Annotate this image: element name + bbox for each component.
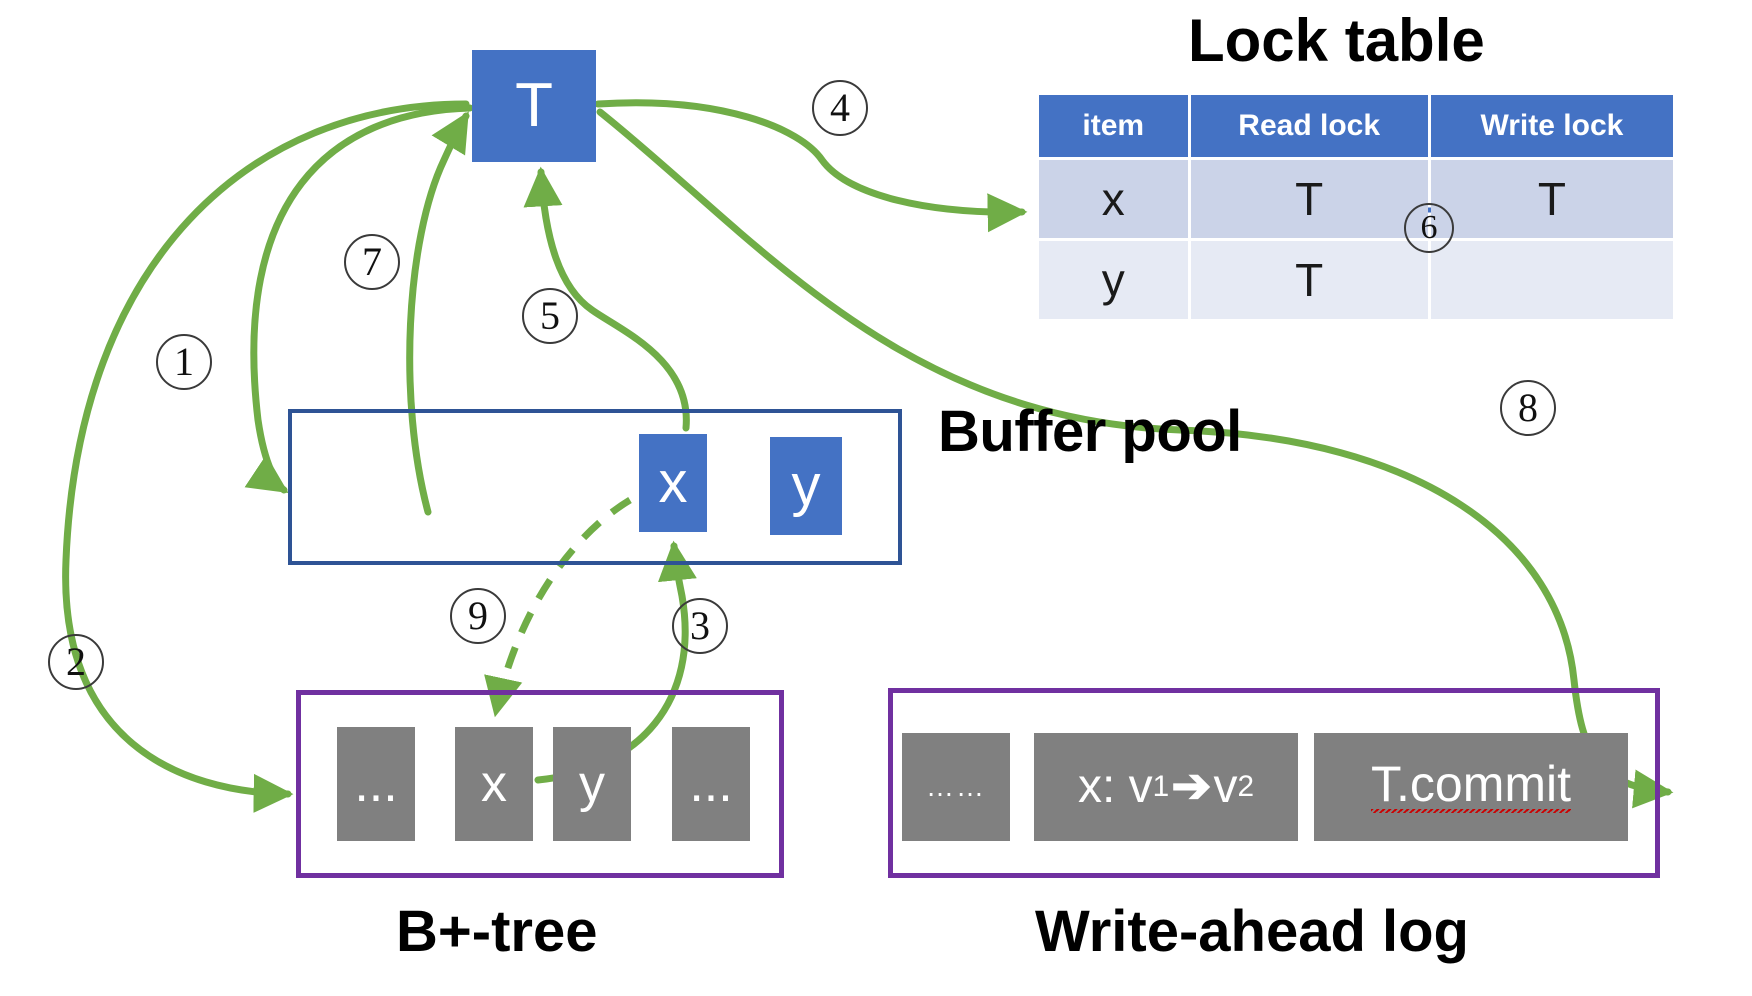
buffer-pool-page-y[interactable]: y <box>770 437 842 535</box>
step-badge-7: 7 <box>344 234 400 290</box>
lock-table-header-read-lock: Read lock <box>1190 95 1428 157</box>
wal-record-commit[interactable]: T.commit <box>1314 733 1628 841</box>
step-badge-5: 5 <box>522 288 578 344</box>
lock-row-y-item: y <box>1039 241 1188 319</box>
btree-cell[interactable]: ... <box>672 727 750 841</box>
lock-table: item Read lock Write lock x T T y T <box>1036 92 1676 322</box>
lock-table-title: Lock table <box>1188 7 1485 74</box>
lock-row-x-read-lock: T <box>1190 160 1428 238</box>
step-badge-6: 6 <box>1404 203 1454 253</box>
wal-update-subscript-2: 2 <box>1237 770 1254 804</box>
lock-table-header-write-lock: Write lock <box>1430 95 1673 157</box>
btree-cell-y[interactable]: y <box>553 727 631 841</box>
transaction-node[interactable]: T <box>472 50 596 162</box>
btree-label: B+-tree <box>396 899 598 964</box>
lock-table-header-item: item <box>1039 95 1188 157</box>
wal-update-mid: v <box>1213 760 1238 813</box>
lock-row-y-write-lock <box>1430 241 1673 319</box>
wal-record-ellipsis[interactable]: …… <box>902 733 1010 841</box>
step-badge-2: 2 <box>48 634 104 690</box>
wal-update-prefix: x: v <box>1078 760 1153 813</box>
wal-update-subscript-1: 1 <box>1152 770 1170 804</box>
lock-row-x-item: x <box>1039 160 1188 238</box>
step-badge-8: 8 <box>1500 380 1556 436</box>
step-badge-1: 1 <box>156 334 212 390</box>
lock-row-x-write-lock: T <box>1430 160 1673 238</box>
wal-label: Write-ahead log <box>1035 899 1469 964</box>
wal-commit-text: T.commit <box>1371 758 1571 816</box>
wal-record-update[interactable]: x: v 1 ➔ v 2 <box>1034 733 1298 841</box>
buffer-pool-label: Buffer pool <box>938 399 1242 464</box>
arrow-4 <box>594 99 1028 233</box>
diagram-canvas: T Lock table item Read lock Write lock x… <box>0 0 1752 996</box>
right-arrow-icon: ➔ <box>1171 760 1212 813</box>
btree-cell-x[interactable]: x <box>455 727 533 841</box>
step-badge-4: 4 <box>812 80 868 136</box>
lock-row-y-read-lock: T <box>1190 241 1428 319</box>
table-row[interactable]: y T <box>1039 241 1673 319</box>
table-row[interactable]: x T T <box>1039 160 1673 238</box>
buffer-pool-page-x[interactable]: x <box>639 434 707 532</box>
btree-cell[interactable]: ... <box>337 727 415 841</box>
step-badge-3: 3 <box>672 598 728 654</box>
step-badge-9: 9 <box>450 588 506 644</box>
lock-table-header-row: item Read lock Write lock <box>1039 95 1673 157</box>
